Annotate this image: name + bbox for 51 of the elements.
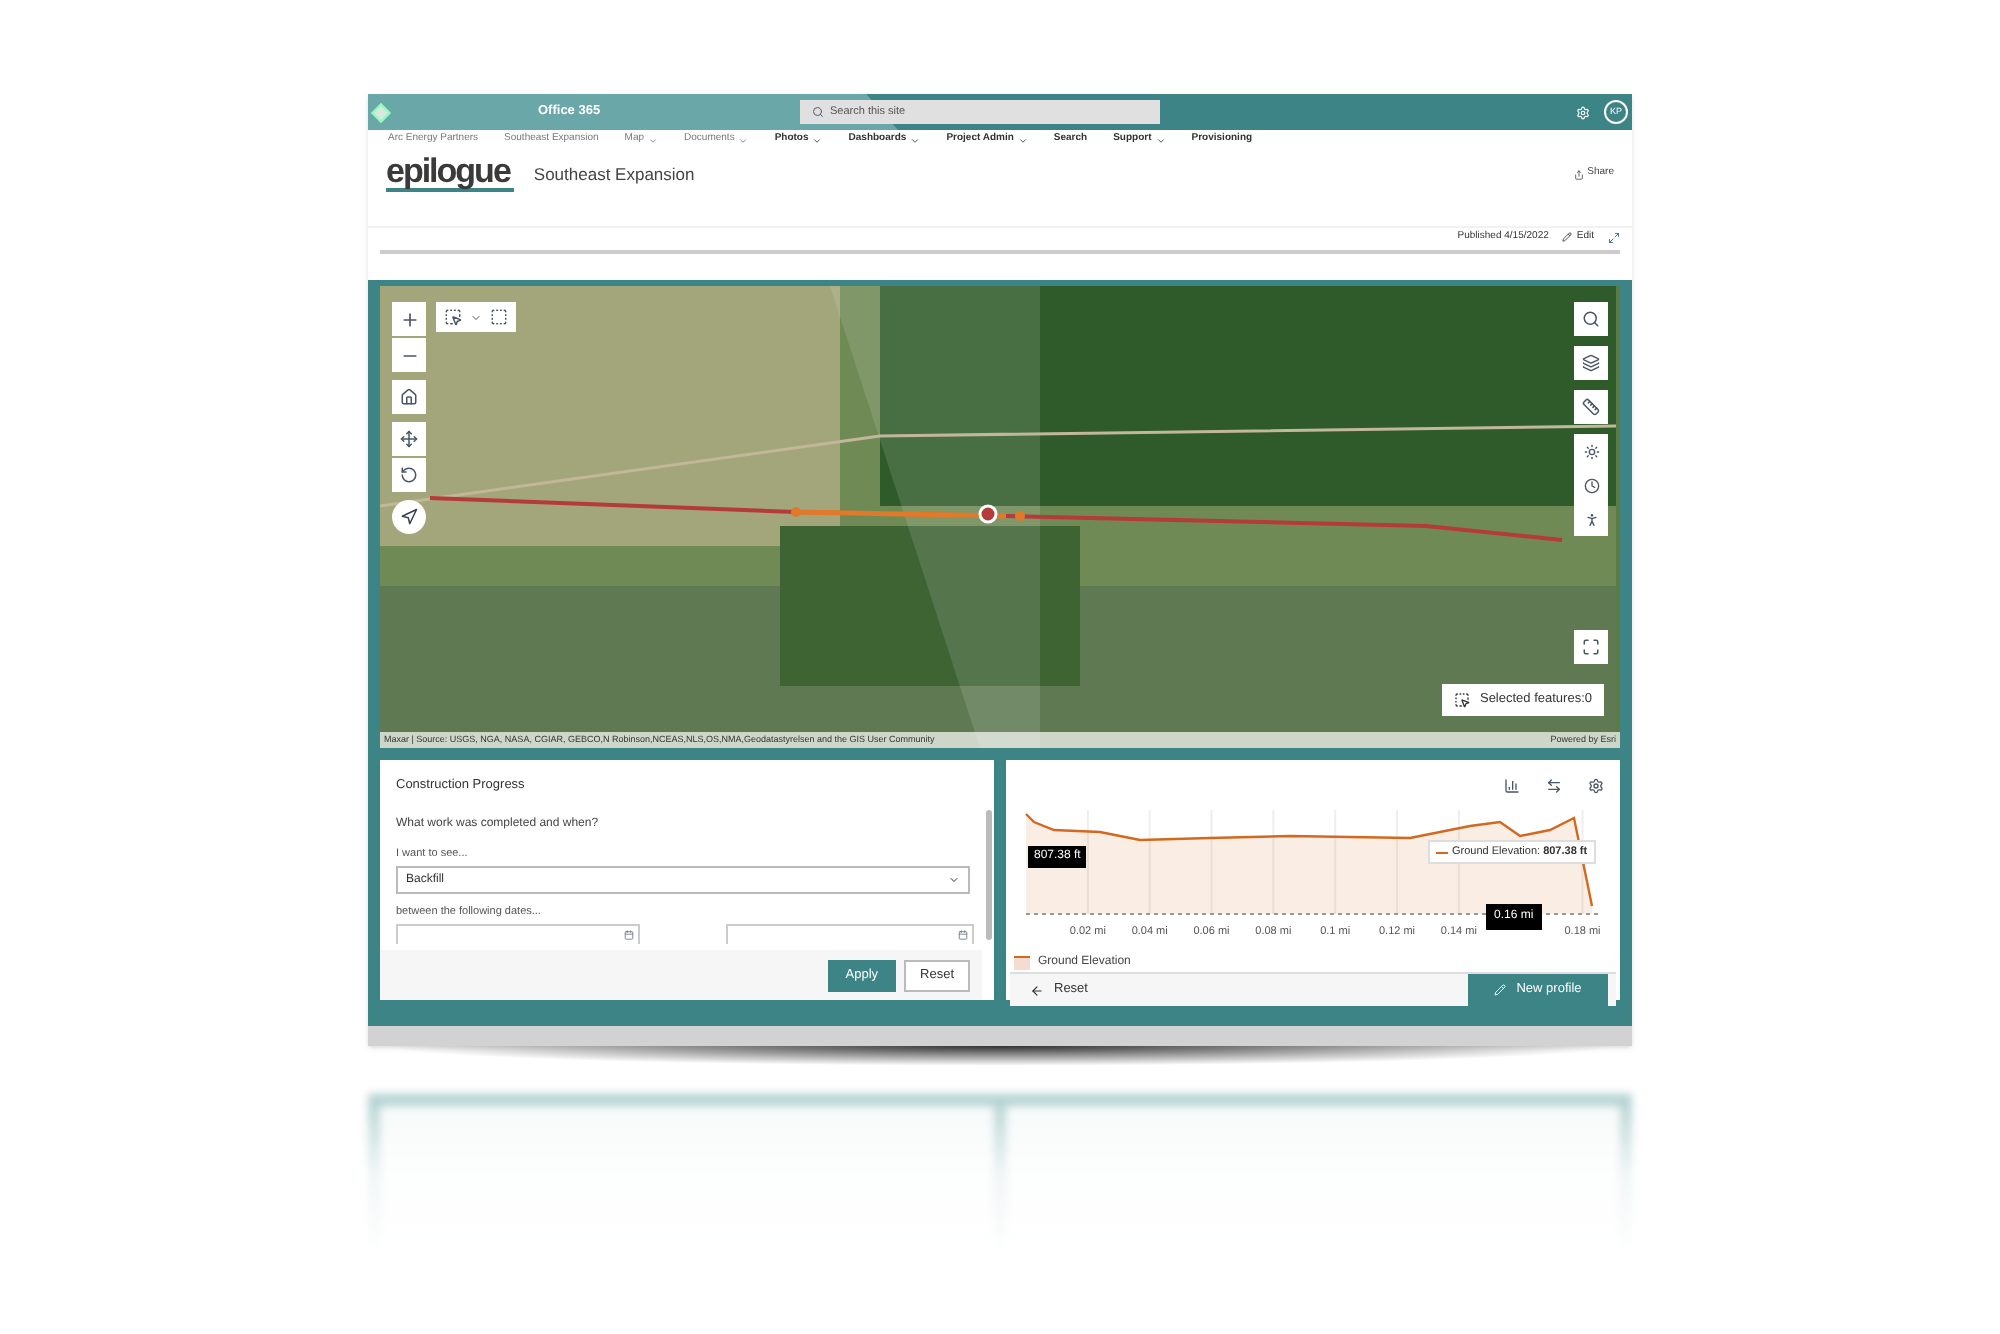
site-title: Southeast Expansion — [533, 161, 695, 187]
chevron-down-icon — [1017, 135, 1028, 145]
pan-button[interactable] — [392, 422, 426, 456]
legend-swatch — [1014, 956, 1030, 970]
sun-icon — [1583, 443, 1599, 459]
measure-button[interactable] — [1574, 390, 1608, 424]
rotate-button[interactable] — [392, 458, 426, 492]
select-icon — [1453, 692, 1470, 708]
share-icon — [1573, 169, 1584, 179]
settings-icon — [1587, 777, 1603, 793]
fullscreen-icon — [1582, 638, 1600, 656]
rotate-icon — [400, 466, 418, 484]
calendar-icon — [958, 930, 968, 941]
ruler-icon — [1582, 398, 1600, 416]
bar-chart-icon — [1503, 777, 1519, 793]
site-logo[interactable]: epilogue — [386, 156, 514, 192]
layers-button[interactable] — [1574, 346, 1608, 380]
home-button[interactable] — [392, 380, 426, 414]
shadow-button[interactable] — [1574, 502, 1608, 536]
daylight-button[interactable] — [1574, 434, 1608, 468]
zoom-in-button[interactable] — [392, 302, 426, 336]
chevron-down-icon — [910, 135, 921, 145]
calendar-icon — [624, 930, 634, 941]
settings-icon[interactable] — [1576, 105, 1590, 119]
move-arrows-icon — [400, 430, 418, 448]
scrollbar-thumb — [986, 810, 992, 940]
zoom-out-button[interactable] — [392, 338, 426, 372]
end-date-field[interactable] — [726, 924, 974, 945]
swap-arrows-icon — [1545, 777, 1561, 793]
chevron-down-icon — [948, 874, 960, 886]
chevron-down-icon — [738, 135, 749, 145]
home-icon — [400, 388, 418, 406]
chevron-down-icon — [648, 135, 659, 145]
pencil-icon — [1562, 232, 1573, 242]
search-icon — [812, 106, 824, 118]
search-icon — [1582, 310, 1600, 328]
pencil-icon — [1494, 984, 1507, 996]
plus-icon — [399, 309, 419, 329]
chevron-down-icon — [812, 135, 823, 145]
clock-icon — [1583, 477, 1599, 493]
compass-arrow-icon — [400, 508, 418, 526]
search-button[interactable] — [1574, 302, 1608, 336]
layers-icon — [1582, 354, 1600, 372]
start-date-field[interactable] — [396, 924, 640, 945]
dashed-square-icon[interactable] — [490, 308, 508, 326]
arrow-left-icon — [1030, 983, 1044, 997]
person-icon — [1583, 511, 1599, 527]
fullscreen-button[interactable] — [1574, 630, 1608, 664]
chevron-down-icon — [1155, 135, 1166, 145]
select-icon[interactable] — [444, 308, 462, 326]
legend-line — [1436, 851, 1448, 854]
